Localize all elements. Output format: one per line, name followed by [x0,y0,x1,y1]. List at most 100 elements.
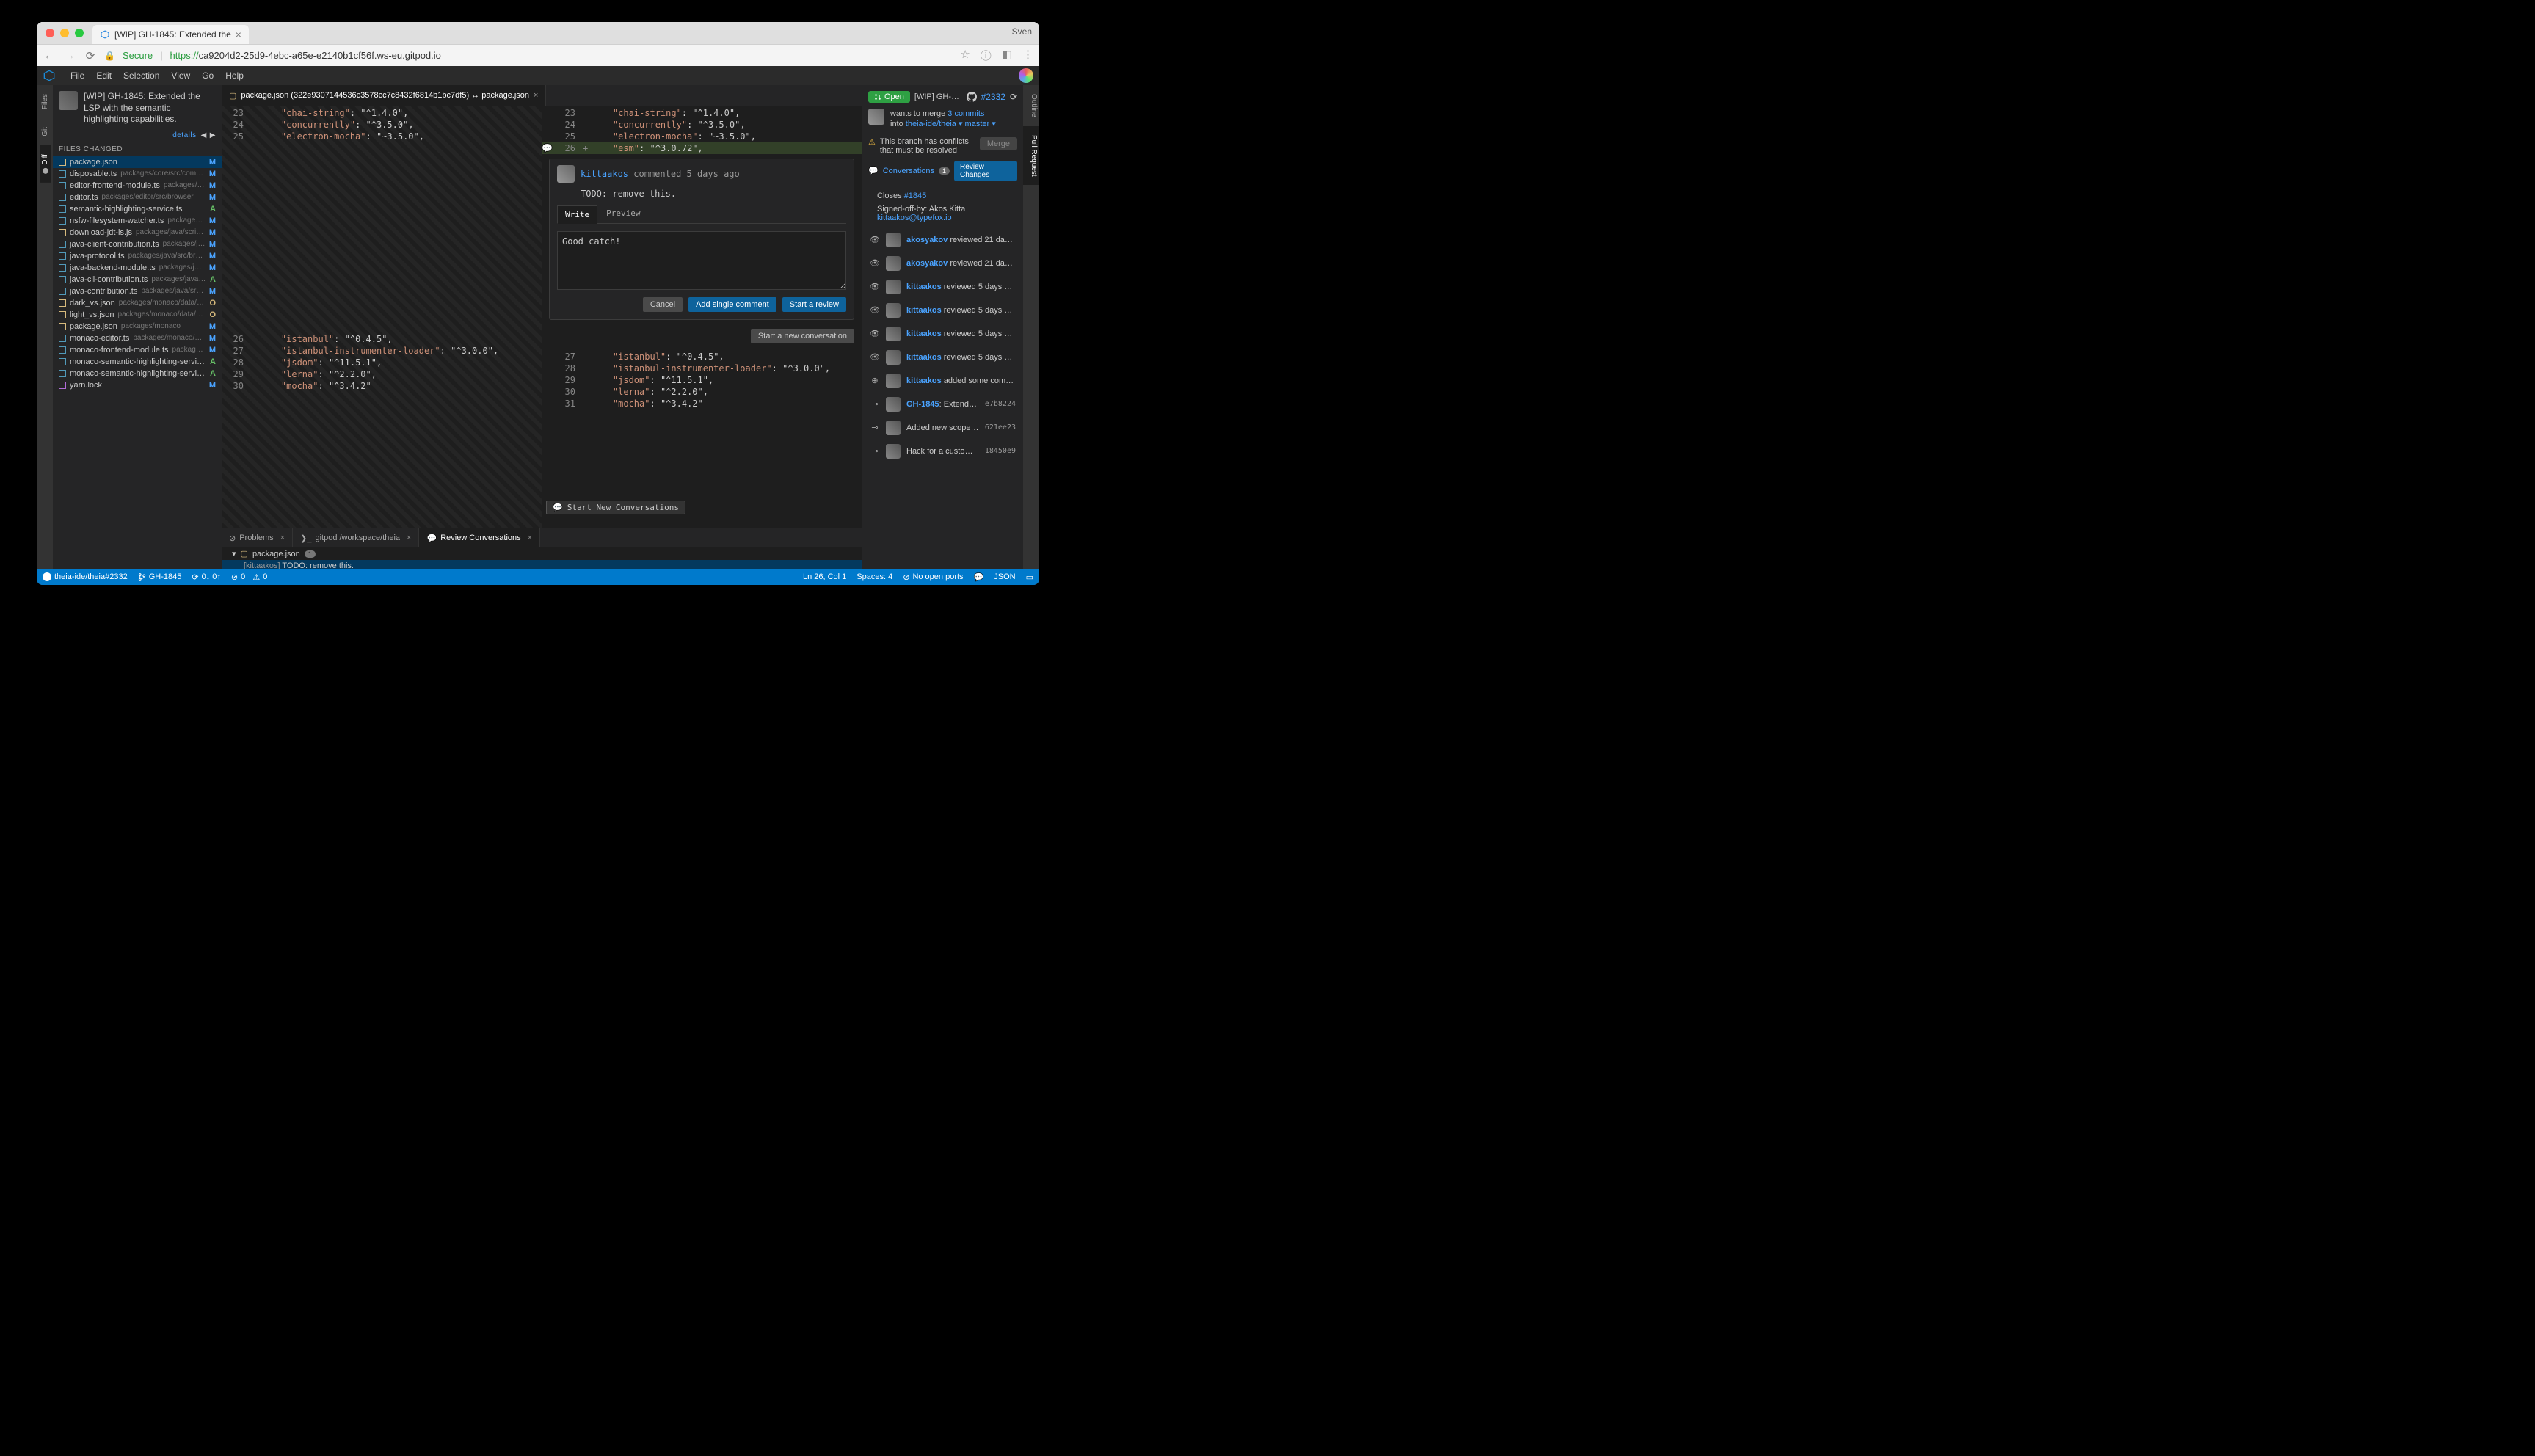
comment-gutter-icon[interactable]: 💬 [542,143,553,153]
activity-tab-files[interactable]: Files [40,85,51,118]
file-row[interactable]: java-cli-contribution.tspackages/java/…A [53,274,222,285]
user-avatar[interactable] [1019,68,1033,83]
menu-selection[interactable]: Selection [117,68,165,83]
file-row[interactable]: yarn.lockM [53,379,222,391]
next-file-icon[interactable]: ▶ [210,131,216,139]
status-branch[interactable]: GH-1845 [138,572,182,581]
closes-issue-link[interactable]: #1845 [904,192,927,200]
timeline-item[interactable]: ⊕kittaakos added some commits … [862,369,1023,393]
diff-editor[interactable]: 23 "chai-string": "^1.4.0",24 "concurren… [222,106,862,528]
merge-button[interactable]: Merge [980,137,1017,150]
file-row[interactable]: package.jsonpackages/monacoM [53,321,222,332]
status-language[interactable]: JSON [994,572,1015,581]
code-line[interactable]: 29 "jsdom": "^11.5.1", [542,374,862,386]
menu-file[interactable]: File [65,68,90,83]
file-row[interactable]: package.jsonM [53,156,222,168]
status-layout-icon[interactable]: ▭ [1026,572,1033,582]
file-row[interactable]: java-protocol.tspackages/java/src/bro…M [53,250,222,262]
menu-edit[interactable]: Edit [90,68,117,83]
refresh-icon[interactable]: ⟳ [1010,92,1017,102]
review-changes-button[interactable]: Review Changes [954,161,1017,181]
file-row[interactable]: java-client-contribution.tspackages/j…M [53,239,222,250]
kebab-menu-icon[interactable]: ⋮ [1022,48,1033,63]
reload-button[interactable]: ⟳ [84,49,97,62]
signoff-email[interactable]: kittaakos@typefox.io [877,214,952,222]
activity-tab-pull-request[interactable]: Pull Request [1023,126,1039,186]
file-row[interactable]: editor-frontend-module.tspackages/e…M [53,180,222,192]
gutter-hover-label[interactable]: 💬 Start New Conversations [546,500,685,514]
merge-target-link[interactable]: theia-ide/theia ▾ master ▾ [906,120,996,128]
timeline-item[interactable]: 👁akosyakov reviewed 21 da… [862,228,1023,252]
code-line[interactable]: 30 "lerna": "^2.2.0", [542,386,862,398]
status-problems[interactable]: ⊘ 0 ⚠ 0 [231,572,267,582]
file-row[interactable]: monaco-editor.tspackages/monaco/sr…M [53,332,222,344]
file-row[interactable]: monaco-frontend-module.tspackage…M [53,344,222,356]
activity-tab-outline[interactable]: Outline [1023,85,1039,126]
conversation-file-row[interactable]: ▾ ▢ package.json 1 [222,547,862,560]
browser-profile-name[interactable]: Sven [1012,26,1032,37]
info-icon[interactable]: ⓘ [981,48,992,63]
review-conversations-tab[interactable]: 💬 Review Conversations × [419,528,540,547]
code-line[interactable]: 25 "electron-mocha": "~3.5.0", [542,131,862,142]
forward-button[interactable]: → [63,49,76,62]
problems-tab[interactable]: ⊘ Problems × [222,528,293,547]
timeline-item[interactable]: 👁kittaakos reviewed 5 days … [862,299,1023,322]
commenter-name[interactable]: kittaakos [581,169,628,179]
file-row[interactable]: java-contribution.tspackages/java/src/…M [53,285,222,297]
add-single-comment-button[interactable]: Add single comment [688,297,776,312]
collapse-icon[interactable]: ▾ [232,549,236,558]
diff-original-pane[interactable]: 23 "chai-string": "^1.4.0",24 "concurren… [222,106,542,528]
timeline-item[interactable]: ⊸Hack for a custom…18450e9 [862,440,1023,463]
back-button[interactable]: ← [43,49,56,62]
details-link[interactable]: details [172,131,196,139]
code-line[interactable]: 24 "concurrently": "^3.5.0", [542,119,862,131]
address-bar[interactable]: https://ca9204d2-25d9-4ebc-a65e-e2140b1c… [170,50,441,61]
start-new-conversation-button[interactable]: Start a new conversation [751,329,854,343]
close-icon[interactable]: × [280,534,285,542]
gitpod-logo-icon[interactable] [43,69,56,82]
menu-help[interactable]: Help [219,68,250,83]
start-review-button[interactable]: Start a review [782,297,846,312]
prev-file-icon[interactable]: ◀ [201,131,207,139]
file-row[interactable]: editor.tspackages/editor/src/browserM [53,192,222,203]
timeline-item[interactable]: 👁kittaakos reviewed 5 days … [862,322,1023,346]
github-icon[interactable] [967,92,977,102]
close-window-button[interactable] [46,29,54,37]
close-icon[interactable]: × [407,534,411,542]
menu-go[interactable]: Go [196,68,219,83]
activity-tab-git[interactable]: Git [40,118,51,145]
conversations-link[interactable]: Conversations [883,167,934,175]
close-tab-icon[interactable]: × [236,29,241,40]
timeline-item[interactable]: 👁kittaakos reviewed 5 days … [862,346,1023,369]
close-editor-tab-icon[interactable]: × [534,91,538,100]
status-feedback-icon[interactable]: 💬 [974,572,984,582]
status-spaces[interactable]: Spaces: 4 [856,572,892,581]
menu-view[interactable]: View [165,68,196,83]
timeline-item[interactable]: ⊸GH-1845: Extende…e7b8224 [862,393,1023,416]
conversation-item[interactable]: [kittaakos] TODO: remove this. [222,560,862,569]
files-changed-list[interactable]: package.jsonMdisposable.tspackages/core/… [53,156,222,569]
close-icon[interactable]: × [528,534,532,542]
file-row[interactable]: download-jdt-ls.jspackages/java/scriptsM [53,227,222,239]
timeline-item[interactable]: ⊸Added new scope…621ee23 [862,416,1023,440]
file-row[interactable]: disposable.tspackages/core/src/commonM [53,168,222,180]
timeline-item[interactable]: 👁kittaakos reviewed 5 days … [862,275,1023,299]
maximize-window-button[interactable] [75,29,84,37]
file-row[interactable]: nsfw-filesystem-watcher.tspackages…M [53,215,222,227]
status-lncol[interactable]: Ln 26, Col 1 [803,572,846,581]
status-ports[interactable]: ⊘ No open ports [903,572,963,582]
browser-tab[interactable]: [WIP] GH-1845: Extended the × [92,25,249,44]
code-line[interactable]: 27 "istanbul": "^0.4.5", [542,351,862,363]
file-row[interactable]: monaco-semantic-highlighting-servi…A [53,368,222,379]
bookmark-icon[interactable]: ☆ [960,48,970,63]
timeline-item[interactable]: 👁akosyakov reviewed 21 da… [862,252,1023,275]
code-line[interactable]: 23 "chai-string": "^1.4.0", [542,107,862,119]
status-repo[interactable]: theia-ide/theia#2332 [43,572,128,581]
file-row[interactable]: dark_vs.jsonpackages/monaco/data/m…O [53,297,222,309]
terminal-tab[interactable]: ❯_ gitpod /workspace/theia × [293,528,419,547]
comment-input[interactable] [557,231,846,290]
file-row[interactable]: monaco-semantic-highlighting-servi…A [53,356,222,368]
minimize-window-button[interactable] [60,29,69,37]
activity-tab-diff[interactable]: Diff [40,145,51,183]
code-line[interactable]: 28 "istanbul-instrumenter-loader": "^3.0… [542,363,862,374]
